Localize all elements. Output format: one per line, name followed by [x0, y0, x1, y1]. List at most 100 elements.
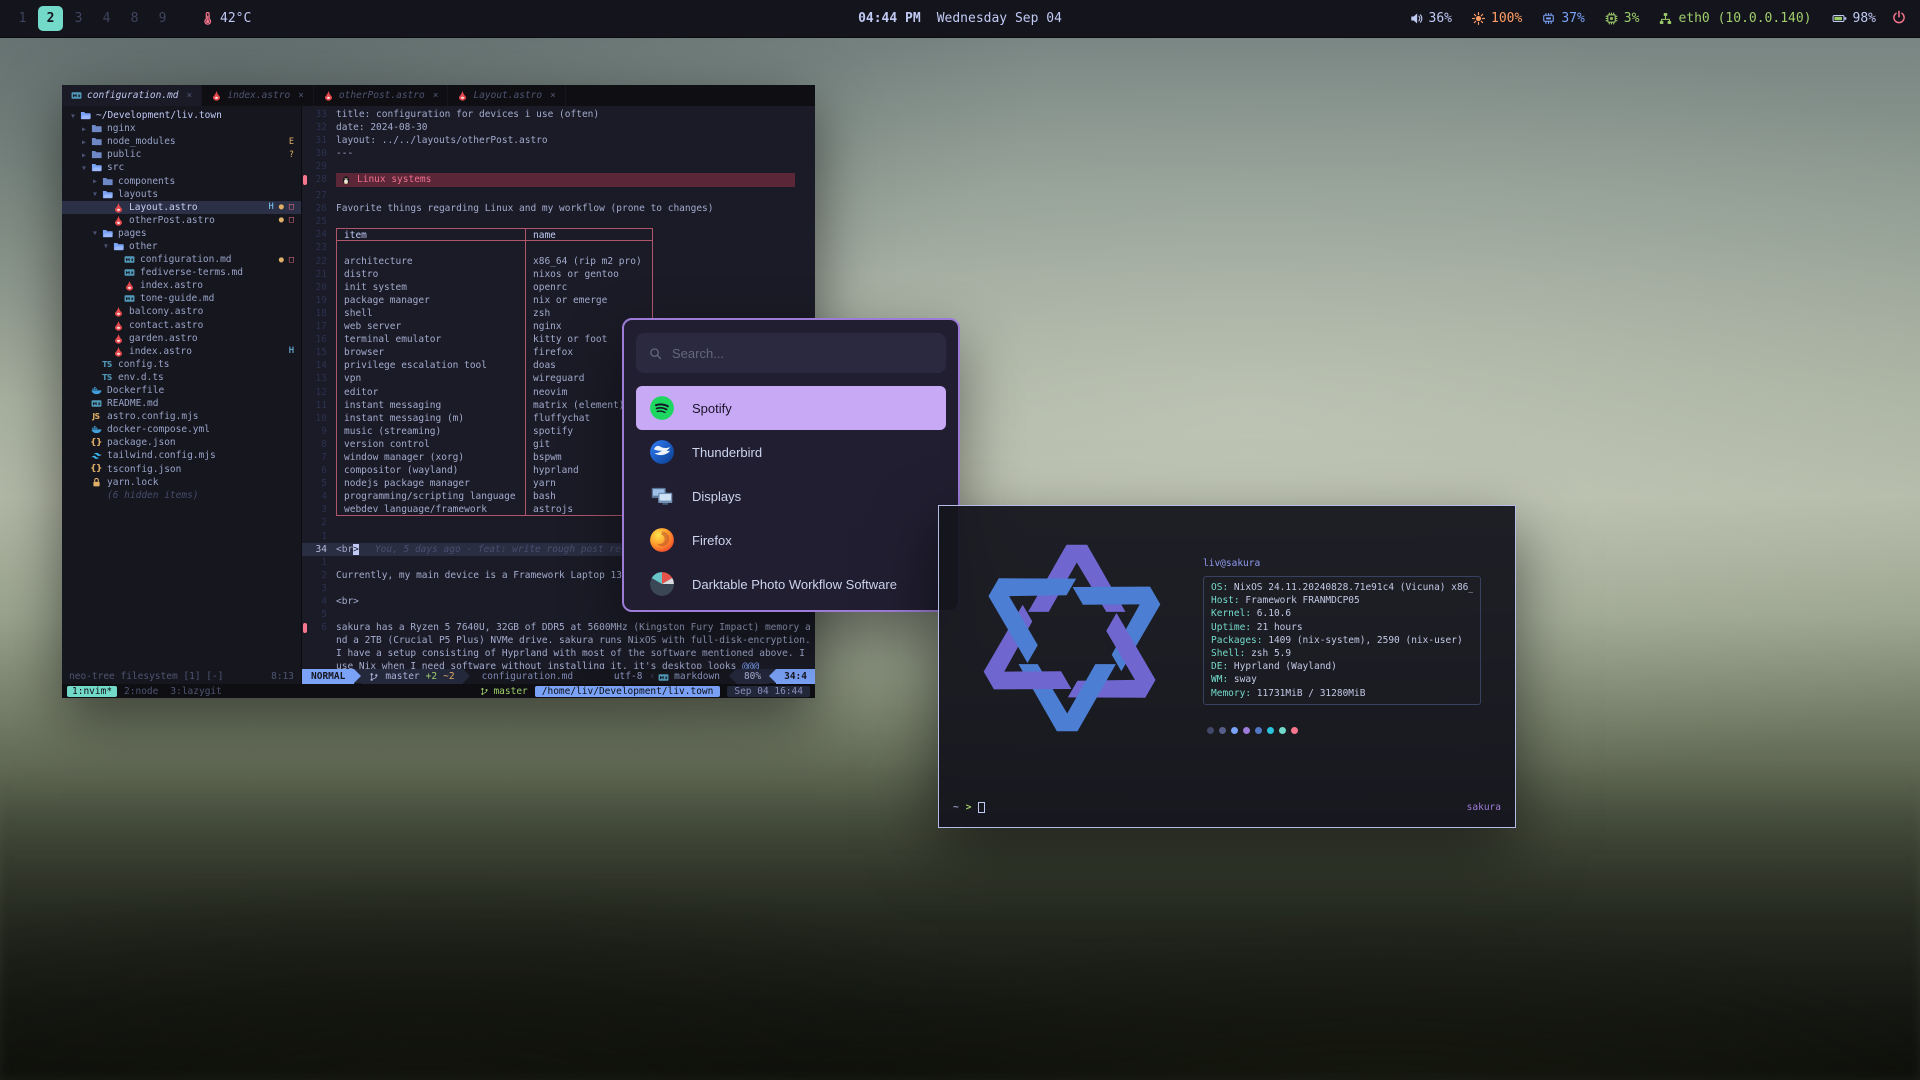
tmux-window-1:nvim*[interactable]: 1:nvim*: [67, 686, 117, 697]
tree-item-nginx[interactable]: ▶nginx: [62, 122, 301, 135]
tree-item-package.json[interactable]: {}package.json: [62, 436, 301, 449]
launcher-app-Spotify[interactable]: Spotify: [636, 386, 946, 430]
bar-module-volume[interactable]: 36%: [1410, 11, 1452, 26]
bar-module-network[interactable]: eth0 (10.0.0.140): [1659, 11, 1811, 26]
tree-item-tsconfig.json[interactable]: {}tsconfig.json: [62, 463, 301, 476]
table-cell: nodejs package manager: [336, 477, 525, 490]
tree-item-components[interactable]: ▶components: [62, 174, 301, 187]
tree-item-Layout.astro[interactable]: Layout.astroH●□: [62, 201, 301, 214]
tree-item-tone-guide.md[interactable]: tone-guide.md: [62, 292, 301, 305]
tree-item-pages[interactable]: ▼pages: [62, 227, 301, 240]
bar-module-memory-value: 37%: [1561, 11, 1584, 26]
buffer-tab-index.astro[interactable]: index.astro×: [202, 85, 314, 106]
bar-module-battery[interactable]: 98%: [1832, 11, 1876, 26]
launcher-app-Darktable Photo Workflow Software[interactable]: Darktable Photo Workflow Software: [636, 562, 946, 606]
buffer-tab-otherPost.astro[interactable]: otherPost.astro ×: [314, 85, 449, 106]
workspace-button-8[interactable]: 8: [122, 6, 147, 31]
tree-item-label: Dockerfile: [107, 385, 164, 396]
launcher-app-Firefox[interactable]: Firefox: [636, 518, 946, 562]
tree-item-other[interactable]: ▼other: [62, 240, 301, 253]
line-number: 16: [309, 333, 336, 346]
tree-item-Dockerfile[interactable]: Dockerfile: [62, 384, 301, 397]
tree-item-contact.astro[interactable]: contact.astro: [62, 319, 301, 332]
tree-item-(6 hidden items)[interactable]: (6 hidden items): [62, 489, 301, 502]
launcher-search[interactable]: [636, 333, 946, 373]
tab-close-icon[interactable]: ×: [298, 90, 304, 101]
firefox-icon: [649, 527, 675, 553]
table-cell: nixos or gentoo: [525, 268, 653, 281]
tree-item-node_modules[interactable]: ▶node_modulesE: [62, 135, 301, 148]
tab-close-icon[interactable]: ×: [550, 90, 556, 101]
sign-column-marker: [303, 623, 307, 633]
workspace-button-1[interactable]: 1: [10, 6, 35, 31]
terminal-window[interactable]: liv@sakura OS: NixOS 24.11.20240828.71e9…: [938, 505, 1516, 828]
tree-item-config.ts[interactable]: TSconfig.ts: [62, 358, 301, 371]
folderopen-icon: [100, 228, 114, 239]
prompt-path: ~: [953, 802, 959, 813]
tree-item-src[interactable]: ▼src: [62, 161, 301, 174]
folder-icon: [89, 149, 103, 160]
launcher-app-Displays[interactable]: Displays: [636, 474, 946, 518]
cpu-icon: [1605, 12, 1618, 25]
tab-label: otherPost.astro: [339, 90, 425, 101]
buffer-tab-Layout.astro[interactable]: Layout.astro×: [448, 85, 565, 106]
table-cell: terminal emulator: [336, 333, 525, 346]
tree-item-garden.astro[interactable]: garden.astro: [62, 332, 301, 345]
tree-item-yarn.lock[interactable]: yarn.lock: [62, 476, 301, 489]
docker-icon: [89, 424, 103, 435]
tree-item-label: tone-guide.md: [140, 293, 214, 304]
table-cell: privilege escalation tool: [336, 359, 525, 372]
bar-module-brightness[interactable]: 100%: [1472, 11, 1522, 26]
tree-item-README.md[interactable]: README.md: [62, 397, 301, 410]
tree-item-otherPost.astro[interactable]: otherPost.astro●□: [62, 214, 301, 227]
tree-item-label: garden.astro: [129, 333, 198, 344]
table-cell: compositor (wayland): [336, 464, 525, 477]
tree-item-~/Development/liv.town[interactable]: ▼~/Development/liv.town: [62, 109, 301, 122]
palette-dot: [1255, 727, 1262, 734]
tree-item-tailwind.config.mjs[interactable]: tailwind.config.mjs: [62, 449, 301, 462]
bar-module-battery-value: 98%: [1853, 11, 1876, 26]
tree-item-env.d.ts[interactable]: TSenv.d.ts: [62, 371, 301, 384]
workspace-button-9[interactable]: 9: [150, 6, 175, 31]
shell-prompt[interactable]: ~ > sakura: [953, 799, 1501, 815]
fastfetch-output: liv@sakura OS: NixOS 24.11.20240828.71e9…: [1191, 518, 1501, 799]
astro-icon: [122, 280, 136, 291]
tree-item-astro.config.mjs[interactable]: JSastro.config.mjs: [62, 410, 301, 423]
volume-icon: [1410, 12, 1423, 25]
tree-item-fediverse-terms.md[interactable]: fediverse-terms.md: [62, 266, 301, 279]
table-header-cell: name: [525, 228, 653, 241]
tree-badge: □: [289, 255, 294, 265]
tree-item-index.astro[interactable]: index.astro: [62, 279, 301, 292]
launcher-app-label: Darktable Photo Workflow Software: [692, 577, 897, 592]
line-number: 24: [309, 228, 336, 241]
tree-item-index.astro[interactable]: index.astroH: [62, 345, 301, 358]
tmux-window-3:lazygit[interactable]: 3:lazygit: [165, 686, 226, 697]
bar-module-cpu[interactable]: 3%: [1605, 11, 1640, 26]
workspace-button-4[interactable]: 4: [94, 6, 119, 31]
tree-item-configuration.md[interactable]: configuration.md●□: [62, 253, 301, 266]
neotree-panel: ▼~/Development/liv.town▶nginx▶node_modul…: [62, 106, 302, 669]
launcher-app-Thunderbird[interactable]: Thunderbird: [636, 430, 946, 474]
workspace-button-2[interactable]: 2: [38, 6, 63, 31]
line-number: 34: [309, 543, 336, 556]
search-input[interactable]: [672, 346, 933, 361]
editor-line: 26Favorite things regarding Linux and my…: [302, 202, 815, 215]
buffer-tab-configuration.md[interactable]: configuration.md×: [62, 85, 202, 106]
launcher-app-list: SpotifyThunderbirdDisplaysFirefox Darktab…: [636, 386, 946, 606]
tree-item-docker-compose.yml[interactable]: docker-compose.yml: [62, 423, 301, 436]
line-number: 19: [309, 294, 336, 307]
tmux-window-2:node[interactable]: 2:node: [119, 686, 163, 697]
bar-module-memory[interactable]: 37%: [1542, 11, 1584, 26]
tree-item-label: tailwind.config.mjs: [107, 450, 216, 461]
tree-item-public[interactable]: ▶public?: [62, 148, 301, 161]
buffer-tabs: configuration.md×index.astro×otherPost.a…: [62, 85, 566, 106]
editor-line: 19package managernix or emerge: [302, 294, 815, 307]
tab-close-icon[interactable]: ×: [433, 90, 439, 101]
table-cell: x86_64 (rip m2 pro): [525, 255, 653, 268]
tree-item-layouts[interactable]: ▼layouts: [62, 188, 301, 201]
workspace-button-3[interactable]: 3: [66, 6, 91, 31]
power-button[interactable]: [1892, 10, 1906, 28]
git-branch-icon: [480, 687, 489, 696]
tab-close-icon[interactable]: ×: [187, 90, 193, 101]
tree-item-balcony.astro[interactable]: balcony.astro: [62, 305, 301, 318]
